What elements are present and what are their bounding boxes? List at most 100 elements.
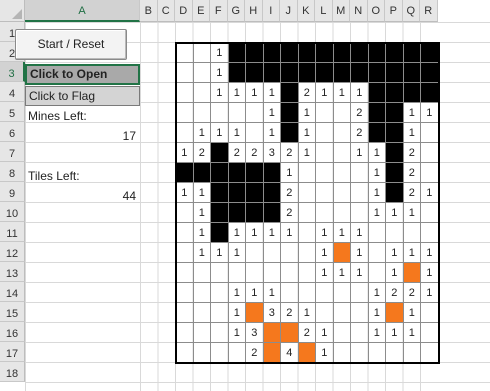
unrevealed-tile[interactable] <box>210 222 229 243</box>
flagged-tile[interactable] <box>385 302 404 323</box>
number-tile[interactable]: 2 <box>245 142 264 163</box>
number-tile[interactable]: 2 <box>402 182 421 203</box>
number-tile[interactable]: 1 <box>420 182 439 203</box>
unrevealed-tile[interactable] <box>280 42 299 63</box>
number-tile[interactable]: 1 <box>402 302 421 323</box>
column-header-k[interactable]: K <box>297 0 315 22</box>
empty-tile[interactable] <box>332 142 351 163</box>
number-tile[interactable]: 1 <box>227 302 246 323</box>
unrevealed-tile[interactable] <box>385 102 404 123</box>
empty-tile[interactable] <box>192 102 211 123</box>
number-tile[interactable]: 1 <box>367 202 386 223</box>
flagged-tile[interactable] <box>297 342 316 363</box>
number-tile[interactable]: 3 <box>262 142 281 163</box>
unrevealed-tile[interactable] <box>315 62 334 83</box>
empty-tile[interactable] <box>227 262 246 283</box>
empty-tile[interactable] <box>332 102 351 123</box>
number-tile[interactable]: 1 <box>227 222 246 243</box>
empty-tile[interactable] <box>192 62 211 83</box>
click-to-open-toggle[interactable]: Click to Open <box>25 64 140 85</box>
unrevealed-tile[interactable] <box>420 42 439 63</box>
flagged-tile[interactable] <box>262 342 281 363</box>
number-tile[interactable]: 1 <box>262 102 281 123</box>
row-header-3[interactable]: 3 <box>0 62 25 82</box>
number-tile[interactable]: 1 <box>350 82 369 103</box>
number-tile[interactable]: 1 <box>280 222 299 243</box>
number-tile[interactable]: 2 <box>227 142 246 163</box>
empty-tile[interactable] <box>192 282 211 303</box>
column-header-o[interactable]: O <box>367 0 385 22</box>
column-header-m[interactable]: M <box>332 0 350 22</box>
number-tile[interactable]: 1 <box>175 182 194 203</box>
unrevealed-tile[interactable] <box>402 82 421 103</box>
empty-tile[interactable] <box>332 122 351 143</box>
number-tile[interactable]: 1 <box>262 82 281 103</box>
empty-tile[interactable] <box>280 282 299 303</box>
empty-tile[interactable] <box>210 322 229 343</box>
number-tile[interactable]: 1 <box>367 282 386 303</box>
column-header-f[interactable]: F <box>210 0 228 22</box>
unrevealed-tile[interactable] <box>192 162 211 183</box>
row-header-16[interactable]: 16 <box>0 322 25 342</box>
column-header-p[interactable]: P <box>385 0 403 22</box>
empty-tile[interactable] <box>175 242 194 263</box>
empty-tile[interactable] <box>280 262 299 283</box>
number-tile[interactable]: 1 <box>402 202 421 223</box>
column-header-n[interactable]: N <box>350 0 368 22</box>
number-tile[interactable]: 1 <box>420 262 439 283</box>
unrevealed-tile[interactable] <box>227 182 246 203</box>
unrevealed-tile[interactable] <box>227 162 246 183</box>
number-tile[interactable]: 1 <box>210 122 229 143</box>
number-tile[interactable]: 1 <box>402 242 421 263</box>
row-header-14[interactable]: 14 <box>0 282 25 302</box>
column-header-i[interactable]: I <box>262 0 280 22</box>
empty-tile[interactable] <box>280 242 299 263</box>
unrevealed-tile[interactable] <box>245 162 264 183</box>
unrevealed-tile[interactable] <box>420 62 439 83</box>
number-tile[interactable]: 1 <box>192 202 211 223</box>
unrevealed-tile[interactable] <box>402 62 421 83</box>
empty-tile[interactable] <box>315 122 334 143</box>
empty-tile[interactable] <box>175 322 194 343</box>
empty-tile[interactable] <box>402 222 421 243</box>
empty-tile[interactable] <box>210 102 229 123</box>
number-tile[interactable]: 2 <box>297 82 316 103</box>
number-tile[interactable]: 1 <box>402 122 421 143</box>
empty-tile[interactable] <box>192 302 211 323</box>
flagged-tile[interactable] <box>245 302 264 323</box>
row-header-15[interactable]: 15 <box>0 302 25 322</box>
number-tile[interactable]: 1 <box>315 322 334 343</box>
column-header-e[interactable]: E <box>192 0 210 22</box>
empty-tile[interactable] <box>315 282 334 303</box>
empty-tile[interactable] <box>297 222 316 243</box>
empty-tile[interactable] <box>245 242 264 263</box>
unrevealed-tile[interactable] <box>227 62 246 83</box>
number-tile[interactable]: 1 <box>227 322 246 343</box>
empty-tile[interactable] <box>315 102 334 123</box>
number-tile[interactable]: 1 <box>280 162 299 183</box>
number-tile[interactable]: 1 <box>192 182 211 203</box>
empty-tile[interactable] <box>297 262 316 283</box>
unrevealed-tile[interactable] <box>402 42 421 63</box>
empty-tile[interactable] <box>175 282 194 303</box>
number-tile[interactable]: 1 <box>315 222 334 243</box>
empty-tile[interactable] <box>385 222 404 243</box>
unrevealed-tile[interactable] <box>175 162 194 183</box>
number-tile[interactable]: 1 <box>350 222 369 243</box>
number-tile[interactable]: 3 <box>262 302 281 323</box>
empty-tile[interactable] <box>350 282 369 303</box>
empty-tile[interactable] <box>332 182 351 203</box>
empty-tile[interactable] <box>192 262 211 283</box>
empty-tile[interactable] <box>210 282 229 303</box>
number-tile[interactable]: 1 <box>402 102 421 123</box>
number-tile[interactable]: 1 <box>245 282 264 303</box>
unrevealed-tile[interactable] <box>385 122 404 143</box>
empty-tile[interactable] <box>385 342 404 363</box>
click-to-flag-toggle[interactable]: Click to Flag <box>25 86 140 106</box>
column-header-l[interactable]: L <box>315 0 333 22</box>
empty-tile[interactable] <box>175 122 194 143</box>
empty-tile[interactable] <box>350 342 369 363</box>
number-tile[interactable]: 1 <box>367 302 386 323</box>
number-tile[interactable]: 2 <box>280 142 299 163</box>
number-tile[interactable]: 1 <box>367 182 386 203</box>
